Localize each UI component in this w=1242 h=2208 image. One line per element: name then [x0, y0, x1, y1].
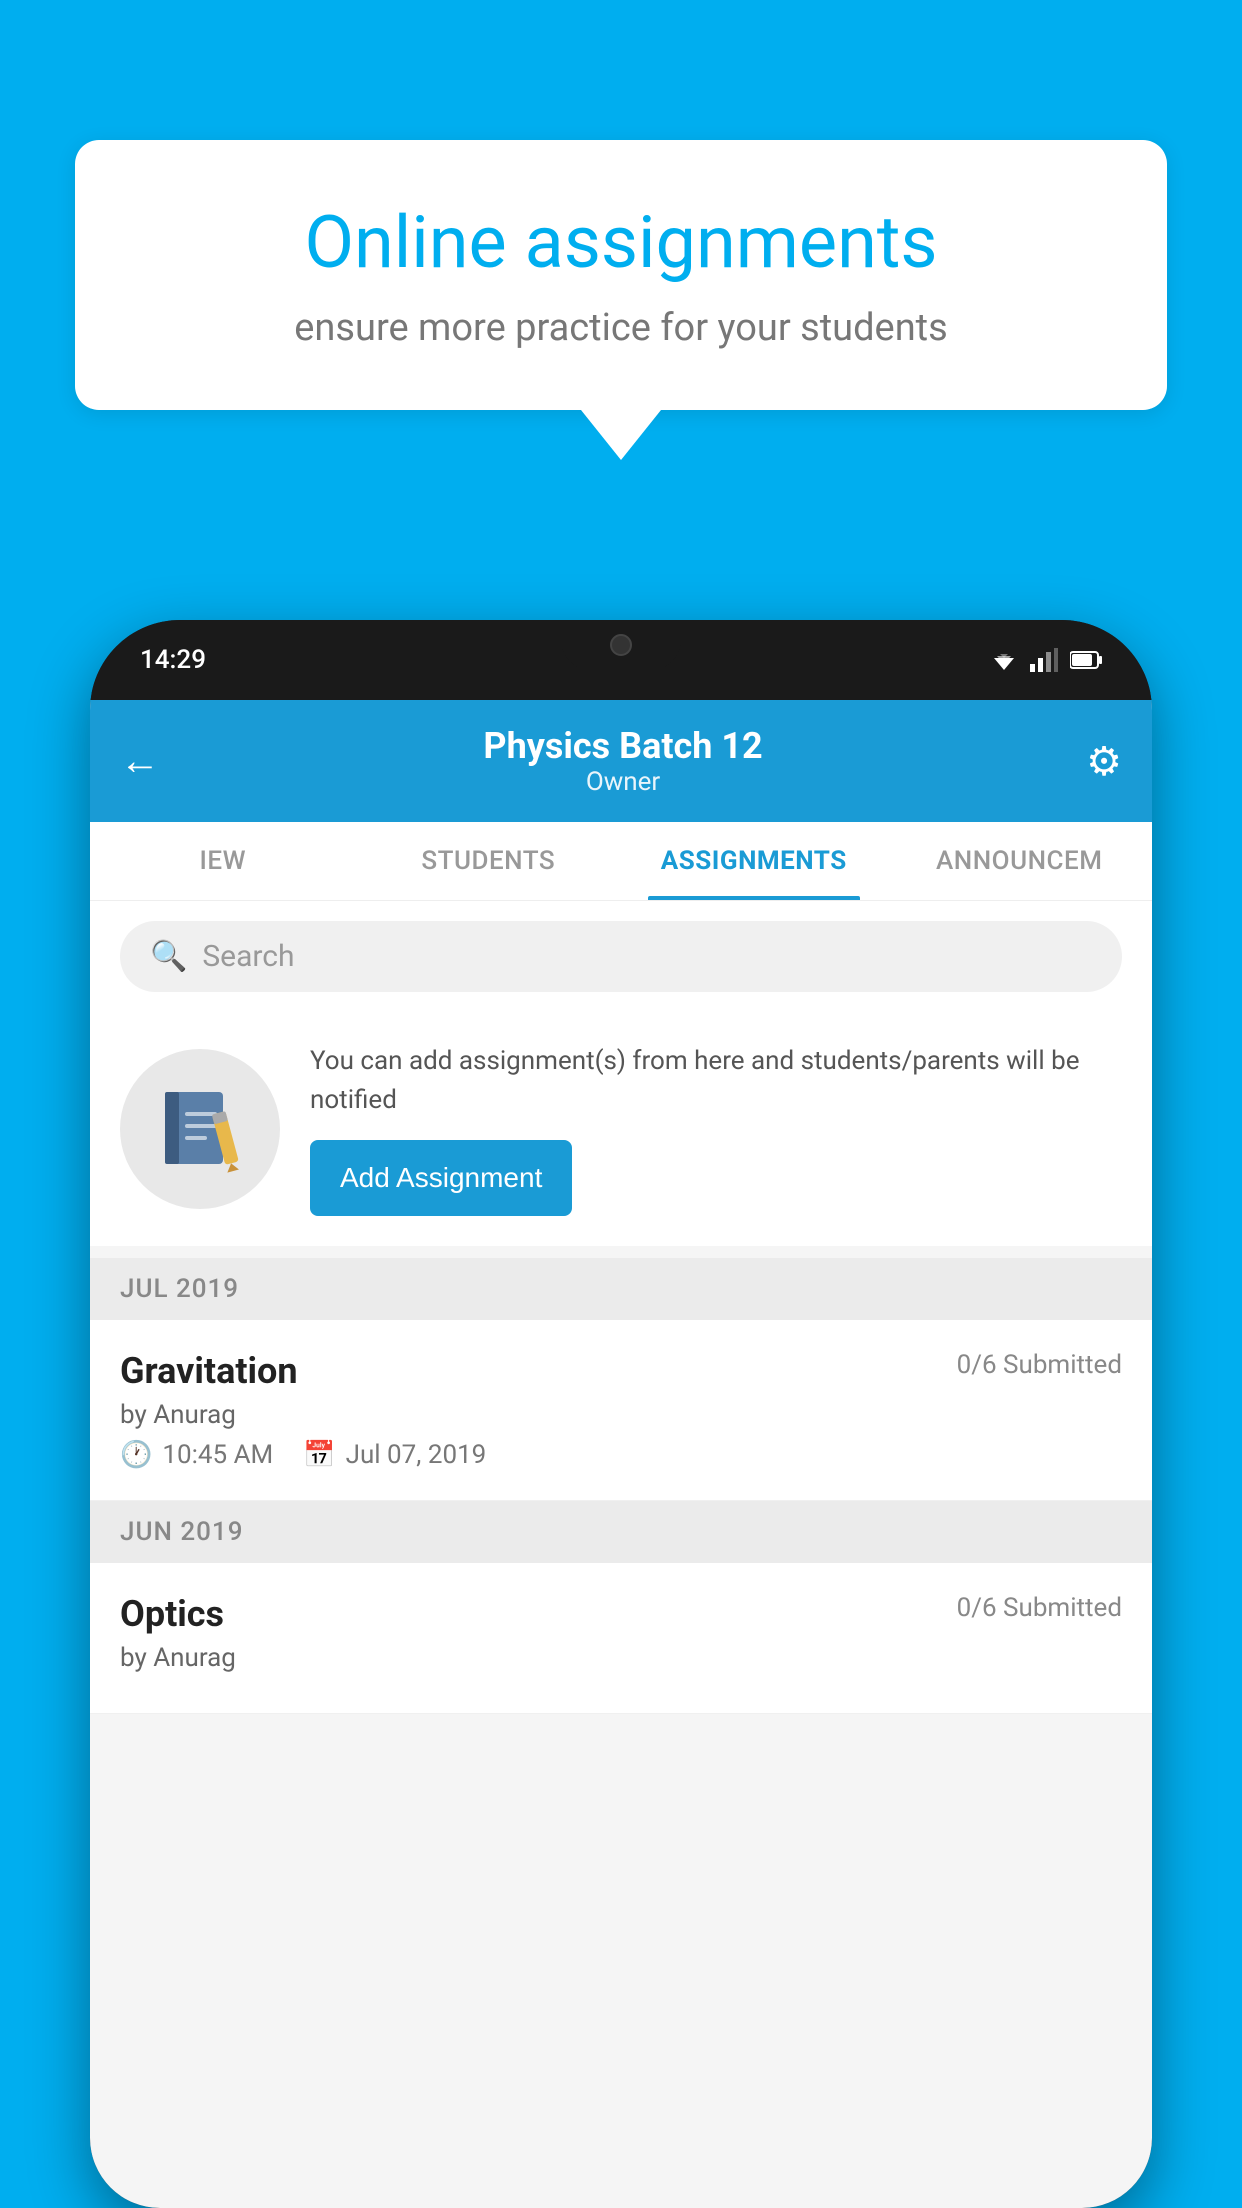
assignment-meta: 🕐 10:45 AM 📅 Jul 07, 2019 — [120, 1440, 1122, 1470]
tab-assignments[interactable]: ASSIGNMENTS — [621, 822, 887, 900]
search-bar[interactable]: 🔍 Search — [120, 921, 1122, 992]
status-icons — [990, 648, 1102, 672]
assignment-date-value: Jul 07, 2019 — [346, 1440, 487, 1470]
assignment-author: by Anurag — [120, 1400, 1122, 1430]
clock-icon: 🕐 — [120, 1440, 152, 1470]
signal-icon — [1030, 648, 1058, 672]
bubble-title: Online assignments — [145, 200, 1097, 286]
bubble-subtitle: ensure more practice for your students — [145, 306, 1097, 350]
section-jul-2019: JUL 2019 — [90, 1258, 1152, 1320]
tab-iew[interactable]: IEW — [90, 822, 356, 900]
status-bar: 14:29 — [90, 620, 1152, 700]
add-assignment-button[interactable]: Add Assignment — [310, 1140, 572, 1216]
tab-announcements[interactable]: ANNOUNCEM — [887, 822, 1153, 900]
assignment-gravitation[interactable]: Gravitation 0/6 Submitted by Anurag 🕐 10… — [90, 1320, 1152, 1501]
assignment-time-value: 10:45 AM — [162, 1440, 273, 1470]
search-placeholder: Search — [202, 939, 294, 974]
assignment-date: 📅 Jul 07, 2019 — [303, 1440, 486, 1470]
assignment-optics-top-row: Optics 0/6 Submitted — [120, 1593, 1122, 1635]
calendar-icon: 📅 — [303, 1440, 335, 1470]
back-button[interactable]: ← — [120, 741, 160, 781]
front-camera — [610, 634, 632, 656]
assignment-optics-submitted: 0/6 Submitted — [957, 1593, 1122, 1623]
assignment-time: 🕐 10:45 AM — [120, 1440, 273, 1470]
wifi-icon — [990, 648, 1018, 672]
assignment-submitted: 0/6 Submitted — [957, 1350, 1122, 1380]
speech-bubble-arrow — [581, 410, 661, 460]
search-icon: 🔍 — [150, 939, 187, 974]
assignment-optics-author: by Anurag — [120, 1643, 1122, 1673]
promo-description: You can add assignment(s) from here and … — [310, 1042, 1122, 1120]
phone-screen: ← Physics Batch 12 Owner ⚙ IEW STUDENTS … — [90, 700, 1152, 2208]
header-subtitle: Owner — [483, 767, 762, 797]
battery-icon — [1070, 650, 1102, 670]
settings-button[interactable]: ⚙ — [1086, 738, 1122, 785]
phone-notch — [561, 620, 681, 670]
tab-students[interactable]: STUDENTS — [356, 822, 622, 900]
scroll-content: 🔍 Search — [90, 901, 1152, 2208]
status-time: 14:29 — [140, 645, 206, 675]
assignment-optics-title: Optics — [120, 1593, 224, 1635]
promo-card: Online assignments ensure more practice … — [75, 140, 1167, 460]
tab-bar: IEW STUDENTS ASSIGNMENTS ANNOUNCEM — [90, 822, 1152, 901]
header-center: Physics Batch 12 Owner — [483, 725, 762, 797]
section-jun-2019: JUN 2019 — [90, 1501, 1152, 1563]
speech-bubble: Online assignments ensure more practice … — [75, 140, 1167, 410]
app-header: ← Physics Batch 12 Owner ⚙ — [90, 700, 1152, 822]
phone-frame: 14:29 — [90, 620, 1152, 2208]
assignment-top-row: Gravitation 0/6 Submitted — [120, 1350, 1122, 1392]
promo-icon — [120, 1049, 280, 1209]
promo-section: You can add assignment(s) from here and … — [90, 1012, 1152, 1246]
notebook-svg-icon — [155, 1084, 245, 1174]
assignment-optics[interactable]: Optics 0/6 Submitted by Anurag — [90, 1563, 1152, 1714]
header-title: Physics Batch 12 — [483, 725, 762, 767]
assignment-title: Gravitation — [120, 1350, 298, 1392]
promo-content: You can add assignment(s) from here and … — [310, 1042, 1122, 1216]
search-container: 🔍 Search — [90, 901, 1152, 1012]
